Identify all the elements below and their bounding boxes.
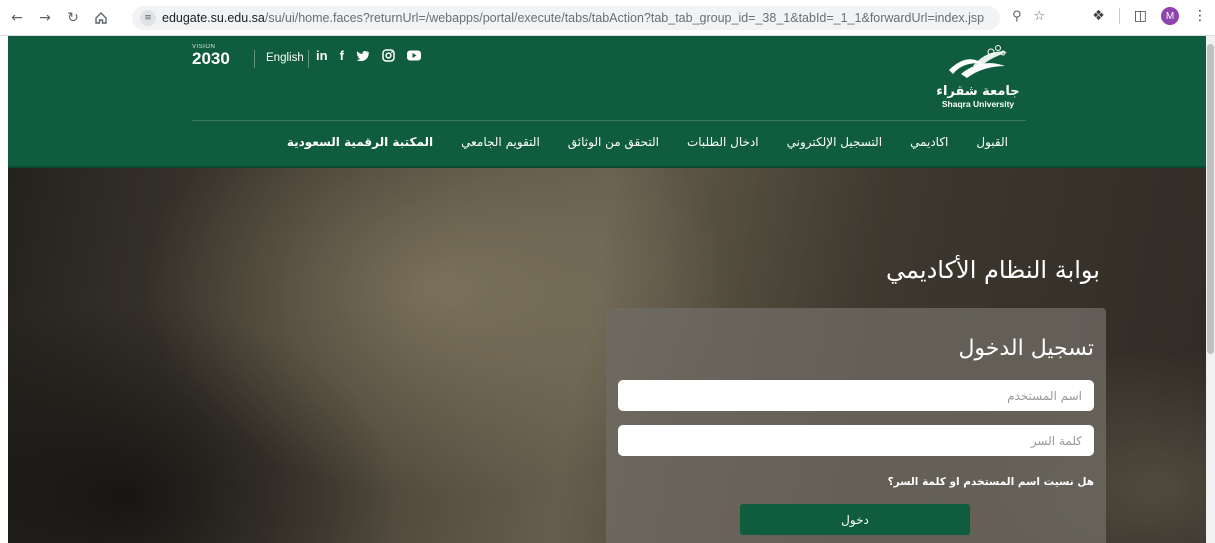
back-icon[interactable]: ← [6,7,28,29]
forgot-credentials-link[interactable]: هل نسيت اسم المستخدم او كلمة السر؟ [888,476,1094,488]
site-info-icon[interactable]: ≡ [140,10,156,26]
social-links: in f [316,48,421,63]
url-path: /su/ui/home.faces?returnUrl=/webapps/por… [264,11,985,25]
profile-icon[interactable]: M [1161,7,1179,25]
scrollbar-thumb[interactable] [1207,44,1214,354]
address-bar[interactable]: ≡ edugate.su.edu.sa/su/ui/home.faces?ret… [132,6,1000,30]
login-form: تسجيل الدخول هل نسيت اسم المستخدم او كلم… [606,308,1106,543]
vision-2030-logo: VISION 2030 [192,44,244,76]
forward-icon[interactable]: → [34,7,56,29]
youtube-icon[interactable] [406,50,421,61]
nav-submit-requests[interactable]: ادخال الطلبات [687,135,759,149]
facebook-icon[interactable]: f [340,48,344,63]
toolbar-divider [1118,8,1120,24]
header-top-strip: VISION 2030 English in f جامعة شقراء Sha… [192,36,1026,120]
nav-admission[interactable]: القبول [976,135,1008,149]
extensions-icon[interactable]: ❖ [1092,8,1105,24]
nav-saudi-digital-library[interactable]: المكتبة الرقمية السعودية [287,135,433,149]
nav-document-verification[interactable]: التحقق من الوثائق [568,135,659,149]
main-navigation: القبول اكاديمي التسجيل الإلكتروني ادخال … [192,128,1026,156]
reload-icon[interactable]: ↻ [62,7,84,29]
url-host: edugate.su.edu.sa [162,11,265,25]
login-title: تسجيل الدخول [958,336,1094,361]
vision-small-text: VISION [192,44,216,50]
hero-title: بوابة النظام الأكاديمي [886,256,1100,284]
browser-toolbar: ← → ↻ ≡ edugate.su.edu.sa/su/ui/home.fac… [0,0,1215,36]
password-key-icon[interactable]: ⚲ [1012,9,1022,24]
bookmark-star-icon[interactable]: ☆ [1034,9,1046,24]
header-divider [308,50,309,68]
language-link[interactable]: English [266,52,304,64]
instagram-icon[interactable] [382,49,395,62]
header-divider [254,50,255,68]
page-scrollbar[interactable] [1206,36,1215,543]
shaqra-university-logo[interactable]: جامعة شقراء Shaqra University [930,44,1026,116]
username-input[interactable] [618,380,1094,411]
logo-arabic-name: جامعة شقراء [936,84,1020,99]
login-button[interactable]: دخول [740,504,970,535]
book-emblem-icon [949,45,1007,78]
nav-academic-calendar[interactable]: التقويم الجامعي [461,135,540,149]
site-header: VISION 2030 English in f جامعة شقراء Sha… [8,36,1206,168]
vision-year: 2030 [192,49,230,68]
nav-e-registration[interactable]: التسجيل الإلكتروني [787,135,882,149]
nav-academic[interactable]: اكاديمي [910,135,948,149]
hero-background: بوابة النظام الأكاديمي تسجيل الدخول هل ن… [8,168,1206,543]
side-panel-icon[interactable]: ◫ [1134,8,1147,24]
header-separator [192,120,1026,121]
window-frame [0,36,8,543]
logo-english-name: Shaqra University [941,99,1015,109]
password-input[interactable] [618,425,1094,456]
url-text[interactable]: edugate.su.edu.sa/su/ui/home.faces?retur… [162,11,984,25]
linkedin-icon[interactable]: in [316,48,328,63]
menu-icon[interactable]: ⋮ [1193,8,1207,24]
twitter-icon[interactable] [356,50,370,62]
home-icon[interactable] [90,7,112,29]
